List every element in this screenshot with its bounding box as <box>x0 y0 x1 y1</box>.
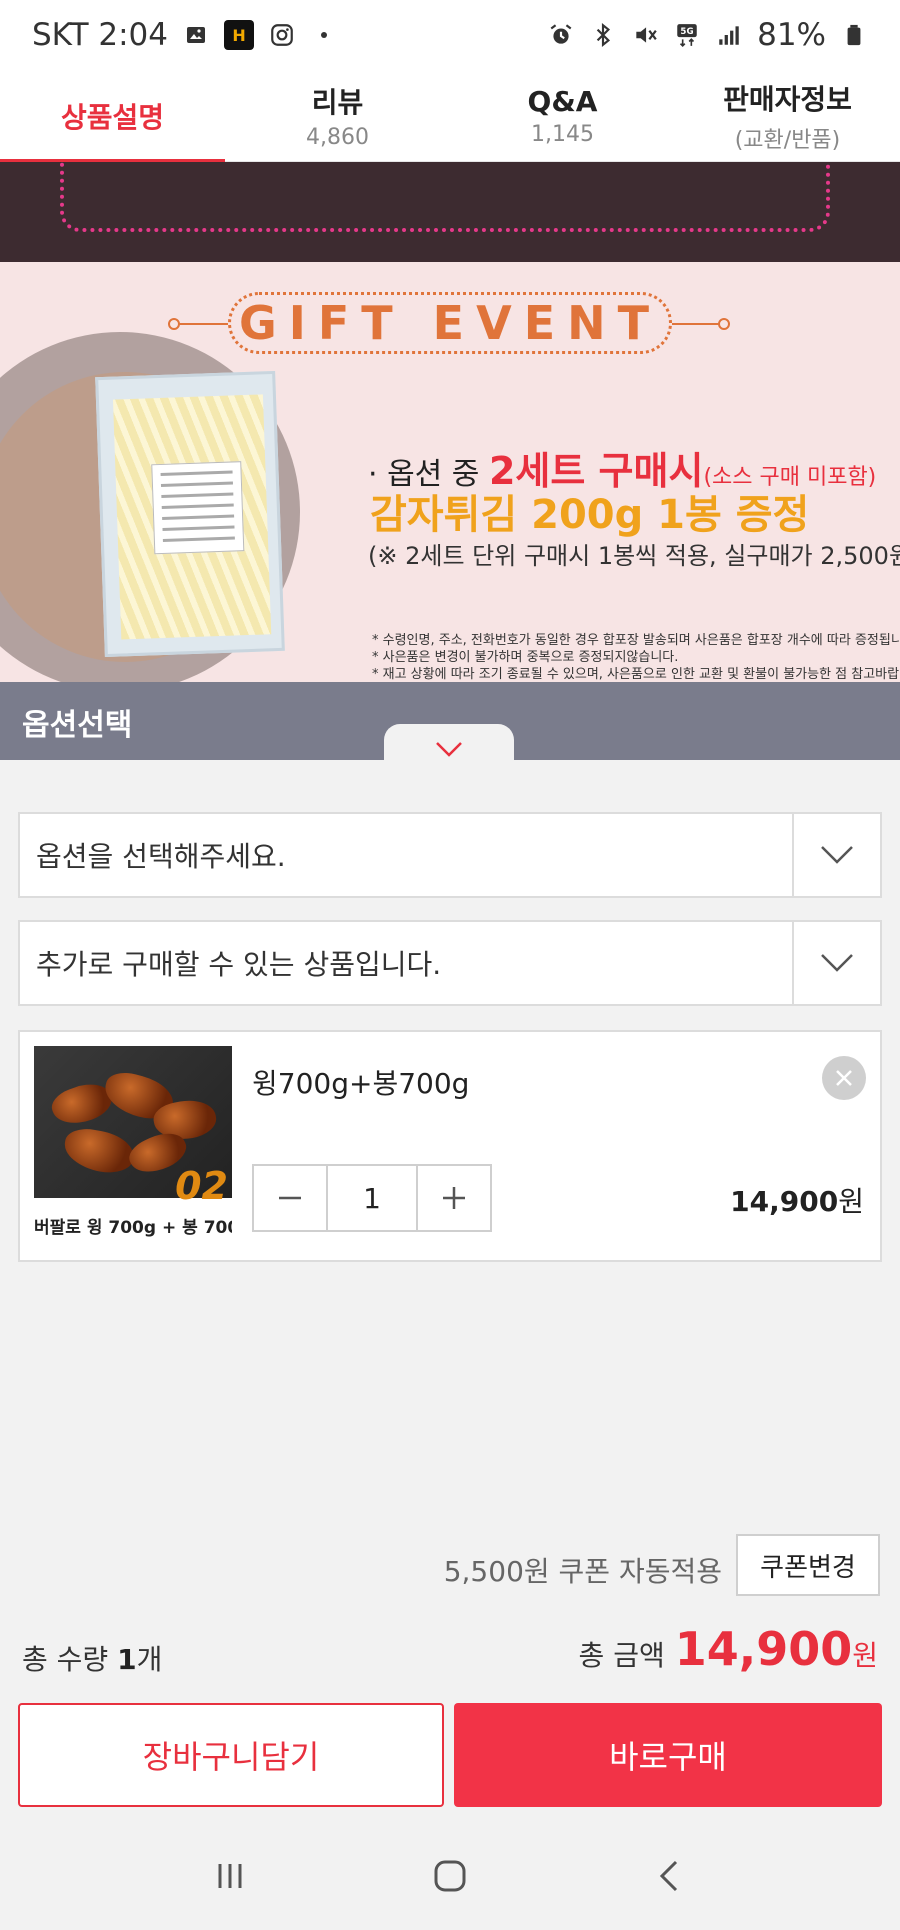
total-quantity: 총 수량 1개 <box>22 1638 162 1678</box>
home-button[interactable] <box>410 1846 490 1906</box>
collapse-options-button[interactable] <box>384 724 514 774</box>
event-note: * 사은품은 변경이 불가하며 중복으로 증정되지않습니다. <box>372 650 679 665</box>
notification-dot-icon <box>310 21 338 49</box>
gift-event-title: GIFT EVENT <box>228 292 672 354</box>
app-badge-icon: H <box>224 20 255 50</box>
option-select-arrow[interactable] <box>792 814 880 896</box>
remove-item-button[interactable] <box>822 1056 866 1100</box>
gift-line-left <box>176 323 228 325</box>
close-icon <box>836 1070 852 1086</box>
event-notes: * 수령인명, 주소, 전화번호가 동일한 경우 합포장 발송되며 사은품은 합… <box>372 632 900 682</box>
tab-qna[interactable]: Q&A 1,145 <box>450 70 675 161</box>
chevron-down-icon <box>821 846 853 864</box>
mute-icon <box>631 21 659 49</box>
tab-label: 리뷰 <box>311 86 364 119</box>
home-icon <box>434 1860 466 1892</box>
addon-select-text: 추가로 구매할 수 있는 상품입니다. <box>36 948 442 981</box>
battery-icon <box>840 21 868 49</box>
event-line-2: 감자튀김 200g 1봉 증정 <box>370 492 810 538</box>
total-amount-unit: 원 <box>852 1639 878 1672</box>
back-icon <box>659 1860 678 1892</box>
system-nav-bar <box>0 1822 900 1930</box>
addon-select[interactable]: 추가로 구매할 수 있는 상품입니다. <box>18 920 882 1006</box>
back-button[interactable] <box>630 1846 710 1906</box>
plus-icon <box>443 1187 465 1209</box>
tab-reviews[interactable]: 리뷰 4,860 <box>225 70 450 161</box>
item-price: 14,900원 <box>730 1180 864 1220</box>
option-select[interactable]: 옵션을 선택해주세요. <box>18 812 882 898</box>
item-price-unit: 원 <box>838 1185 864 1218</box>
minus-icon <box>279 1196 301 1200</box>
tab-label: Q&A <box>527 84 598 118</box>
gift-dot-left <box>168 318 180 330</box>
thumb-caption: 버팔로 윙 700g + 봉 700g <box>34 1218 232 1238</box>
buy-now-button[interactable]: 바로구매 <box>454 1703 882 1807</box>
network-5g-icon: 5G <box>673 21 701 49</box>
options-title: 옵션선택 <box>22 708 133 743</box>
fries-bag-label <box>151 461 245 555</box>
total-amount-label: 총 금액 <box>578 1639 665 1672</box>
recent-apps-button[interactable] <box>190 1846 270 1906</box>
product-tabs: 상품설명 리뷰 4,860 Q&A 1,145 판매자정보 (교환/반품) <box>0 70 900 163</box>
tab-seller-info[interactable]: 판매자정보 (교환/반품) <box>675 70 900 161</box>
gift-dot-right <box>718 318 730 330</box>
signal-icon <box>715 21 743 49</box>
instagram-icon <box>268 21 296 49</box>
fries-bag-image <box>95 370 285 658</box>
chevron-down-icon <box>821 954 853 972</box>
total-qty-label: 총 수량 <box>22 1643 118 1676</box>
total-qty-value: 1 <box>117 1643 137 1676</box>
recent-apps-icon <box>218 1864 242 1888</box>
item-price-value: 14,900 <box>730 1185 839 1218</box>
coupon-text: 5,500원 쿠폰 자동적용 <box>443 1555 722 1588</box>
total-amount: 총 금액 14,900원 <box>579 1622 878 1676</box>
battery-percent: 81% <box>757 17 826 53</box>
banner-top-strip <box>0 162 900 262</box>
event-line-3: (※ 2세트 단위 구매시 1봉씩 적용, 실구매가 2,500원) <box>368 542 900 570</box>
thumb-number: 02 <box>175 1164 228 1208</box>
option-select-text: 옵션을 선택해주세요. <box>36 840 286 873</box>
status-time: SKT 2:04 <box>32 17 169 53</box>
qna-count: 1,145 <box>531 121 594 147</box>
quantity-stepper: 1 <box>252 1164 492 1232</box>
gallery-icon <box>182 21 210 49</box>
tab-label: 판매자정보 <box>723 82 852 116</box>
tab-description[interactable]: 상품설명 <box>0 70 225 161</box>
total-qty-unit: 개 <box>136 1643 163 1676</box>
total-amount-value: 14,900 <box>674 1622 853 1676</box>
status-bar: SKT 2:04 H 5G 81% <box>0 0 900 70</box>
increase-button[interactable] <box>418 1166 490 1230</box>
banner-dotted-frame <box>60 162 830 232</box>
selected-item-card: 02 버팔로 윙 700g + 봉 700g 윙700g+봉700g 1 14,… <box>18 1030 882 1262</box>
decrease-button[interactable] <box>254 1166 326 1230</box>
gift-event-banner: GIFT EVENT · 옵션 중 2세트 구매시(소스 구매 미포함) 감자튀… <box>0 262 900 682</box>
chevron-down-icon <box>436 742 462 757</box>
event-note: * 수령인명, 주소, 전화번호가 동일한 경우 합포장 발송되며 사은품은 합… <box>372 633 900 648</box>
add-to-cart-button[interactable]: 장바구니담기 <box>18 1703 444 1807</box>
change-coupon-button[interactable]: 쿠폰변경 <box>736 1534 880 1596</box>
product-thumbnail: 02 버팔로 윙 700g + 봉 700g <box>34 1046 232 1246</box>
gift-line-right <box>672 323 724 325</box>
addon-select-arrow[interactable] <box>792 922 880 1004</box>
svg-text:5G: 5G <box>681 27 694 37</box>
item-name: 윙700g+봉700g <box>252 1067 470 1100</box>
tab-sub-label: (교환/반품) <box>734 127 841 153</box>
review-count: 4,860 <box>306 125 369 150</box>
quantity-value[interactable]: 1 <box>326 1166 418 1230</box>
event-note: * 재고 상황에 따라 조기 종료될 수 있으며, 사은품으로 인한 교환 및 … <box>372 667 900 682</box>
gift-title-text: GIFT EVENT <box>238 296 661 350</box>
alarm-icon <box>547 21 575 49</box>
bluetooth-icon <box>589 21 617 49</box>
tab-label: 상품설명 <box>60 100 165 134</box>
